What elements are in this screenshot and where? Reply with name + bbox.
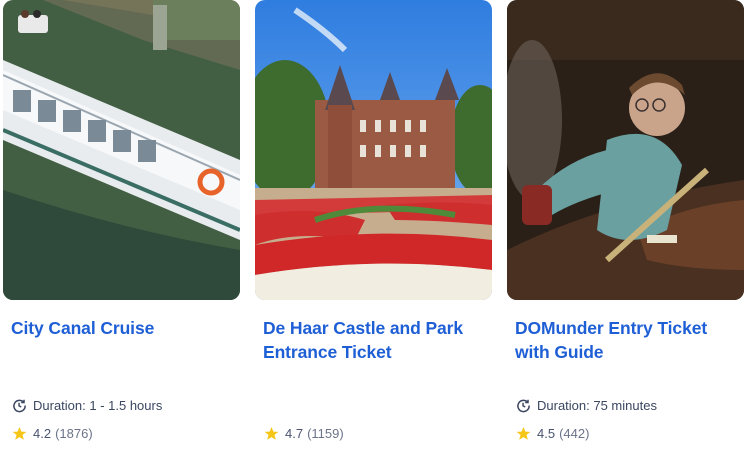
- activity-image-canal-boat[interactable]: [3, 0, 240, 300]
- star-icon: [515, 425, 532, 442]
- review-count: (1159): [307, 426, 344, 441]
- clock-icon: [11, 397, 28, 414]
- star-icon: [11, 425, 28, 442]
- duration-text: Duration: 75 minutes: [537, 398, 657, 413]
- activity-duration: Duration: 75 minutes: [515, 397, 657, 414]
- rating-value: 4.5: [537, 426, 556, 441]
- duration-text: Duration: 1 - 1.5 hours: [33, 398, 163, 413]
- activity-image-castle-garden[interactable]: [255, 0, 492, 300]
- rating-value: 4.7: [285, 426, 304, 441]
- activity-card-domunder[interactable]: DOMunder Entry Ticket with Guide Duratio…: [507, 0, 744, 450]
- activity-rating: 4.7 (1159): [263, 425, 344, 442]
- activity-title[interactable]: City Canal Cruise: [11, 316, 236, 340]
- review-count: (1876): [55, 426, 93, 441]
- activity-duration: Duration: 1 - 1.5 hours: [11, 397, 162, 414]
- activity-rating: 4.2 (1876): [11, 425, 93, 442]
- rating-value: 4.2: [33, 426, 52, 441]
- activity-title[interactable]: DOMunder Entry Ticket with Guide: [515, 316, 740, 364]
- clock-icon: [515, 397, 532, 414]
- activity-image-underground-visitor[interactable]: [507, 0, 744, 300]
- star-icon: [263, 425, 280, 442]
- activity-card-list: City Canal Cruise Duration: 1 - 1.5 hour…: [0, 0, 748, 450]
- activity-card-de-haar-castle[interactable]: De Haar Castle and Park Entrance Ticket …: [255, 0, 492, 450]
- review-count: (442): [559, 426, 590, 441]
- activity-card-canal-cruise[interactable]: City Canal Cruise Duration: 1 - 1.5 hour…: [3, 0, 240, 450]
- activity-rating: 4.5 (442): [515, 425, 589, 442]
- activity-title[interactable]: De Haar Castle and Park Entrance Ticket: [263, 316, 488, 364]
